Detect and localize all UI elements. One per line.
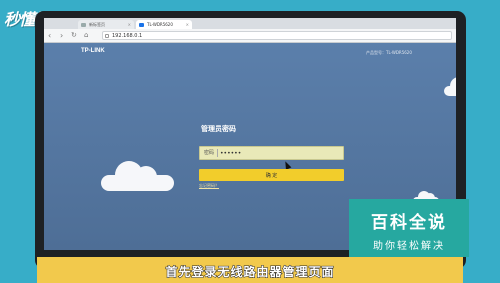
page-title: 管理员密码 bbox=[201, 125, 236, 133]
reload-icon[interactable]: ↻ bbox=[71, 30, 77, 41]
caption-bar: 首先登录无线路由器管理页面 bbox=[37, 257, 463, 283]
password-input[interactable] bbox=[220, 147, 340, 159]
password-field[interactable]: 密码 bbox=[199, 146, 344, 160]
product-model: 产品型号：TL-WDR5620 bbox=[366, 50, 412, 55]
router-icon bbox=[139, 22, 144, 27]
home-icon[interactable]: ⌂ bbox=[84, 30, 88, 41]
cloud-decoration bbox=[444, 77, 456, 96]
close-icon[interactable]: × bbox=[186, 20, 189, 29]
tab-router[interactable]: TL-WDR5620 × bbox=[136, 20, 192, 29]
close-icon[interactable]: × bbox=[128, 20, 131, 29]
page-info-icon bbox=[105, 33, 109, 38]
tab-label: 新标签页 bbox=[89, 22, 105, 27]
baike-badge: 百科全说 助你轻松解决 bbox=[349, 199, 469, 257]
url-input[interactable]: 192.168.0.1 bbox=[102, 31, 452, 40]
tab-new-tab[interactable]: 新标签页 × bbox=[78, 20, 134, 29]
url-text: 192.168.0.1 bbox=[112, 33, 143, 39]
tab-bar: 新标签页 × TL-WDR5620 × bbox=[44, 18, 456, 29]
confirm-button[interactable]: 确 定 bbox=[199, 169, 344, 181]
cloud-decoration bbox=[101, 161, 174, 191]
badge-title: 百科全说 bbox=[371, 213, 447, 233]
page-icon bbox=[81, 22, 86, 27]
forward-icon[interactable]: › bbox=[60, 30, 63, 41]
password-label: 密码 bbox=[204, 150, 215, 156]
caption-text: 首先登录无线路由器管理页面 bbox=[165, 265, 335, 280]
forgot-password-link[interactable]: 忘记密码？ bbox=[199, 183, 219, 189]
brand-logo: TP-LINK bbox=[81, 48, 105, 54]
tab-label: TL-WDR5620 bbox=[147, 22, 173, 27]
divider bbox=[217, 149, 218, 157]
badge-slogan: 助你轻松解决 bbox=[373, 241, 445, 252]
back-icon[interactable]: ‹ bbox=[48, 30, 51, 41]
address-bar: ‹ › ↻ ⌂ 192.168.0.1 bbox=[44, 29, 456, 43]
